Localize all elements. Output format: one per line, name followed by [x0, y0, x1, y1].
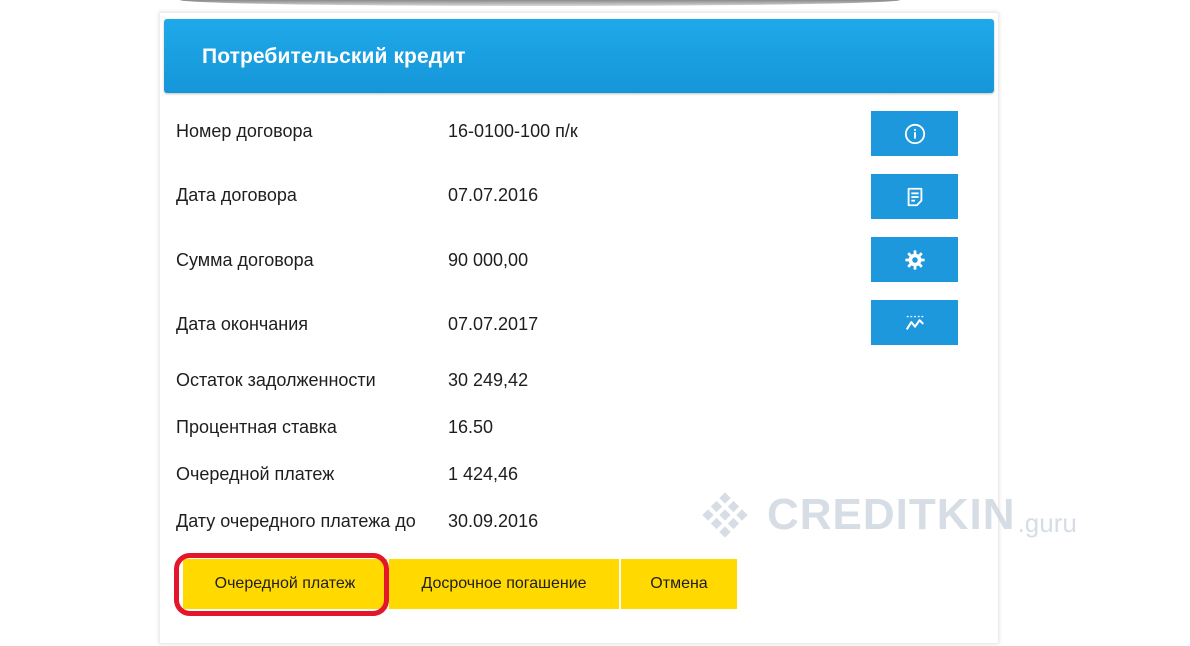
document-button[interactable] — [871, 174, 958, 219]
card-header: Потребительский кредит — [164, 19, 994, 93]
card-title: Потребительский кредит — [202, 45, 466, 68]
settings-button[interactable] — [871, 237, 958, 282]
interest-rate-label: Процентная ставка — [176, 417, 337, 437]
watermark-suffix: .guru — [1017, 507, 1077, 538]
interest-rate-value: 16.50 — [448, 417, 494, 437]
debt-balance-value: 30 249,42 — [448, 370, 529, 390]
watermark-logo-icon — [702, 492, 748, 538]
debt-balance-label: Остаток задолженности — [176, 370, 376, 390]
contract-amount-label: Сумма договора — [176, 250, 314, 270]
top-shadow-divider — [180, 0, 900, 6]
loan-card: Потребительский кредит Номер договора 16… — [159, 12, 999, 644]
next-payment-date-value: 30.09.2016 — [448, 511, 539, 531]
next-payment-date-label: Дату очередного платежа до — [176, 511, 416, 531]
watermark: CREDITKIN .guru — [695, 485, 1077, 545]
end-date-value: 07.07.2017 — [448, 314, 539, 334]
info-icon — [904, 123, 925, 144]
info-button[interactable] — [871, 111, 958, 156]
document-icon — [907, 187, 922, 206]
end-date-label: Дата окончания — [176, 314, 309, 334]
contract-number-value: 16-0100-100 п/к — [448, 121, 578, 141]
chart-button[interactable] — [871, 300, 958, 345]
contract-date-value: 07.07.2016 — [448, 185, 539, 205]
contract-amount-value: 90 000,00 — [448, 250, 529, 270]
watermark-text: CREDITKIN — [767, 490, 1016, 539]
chart-icon — [905, 315, 924, 330]
next-payment-value: 1 424,46 — [448, 464, 519, 484]
next-payment-label: Очередной платеж — [176, 464, 335, 484]
action-bar: Очередной платеж Досрочное погашение Отм… — [183, 559, 739, 609]
contract-date-label: Дата договора — [176, 185, 297, 205]
early-repayment-button[interactable]: Досрочное погашение — [389, 559, 619, 609]
gear-icon — [904, 249, 925, 270]
contract-number-label: Номер договора — [176, 121, 313, 141]
next-payment-button[interactable]: Очередной платеж — [183, 559, 387, 609]
cancel-button[interactable]: Отмена — [621, 559, 737, 609]
